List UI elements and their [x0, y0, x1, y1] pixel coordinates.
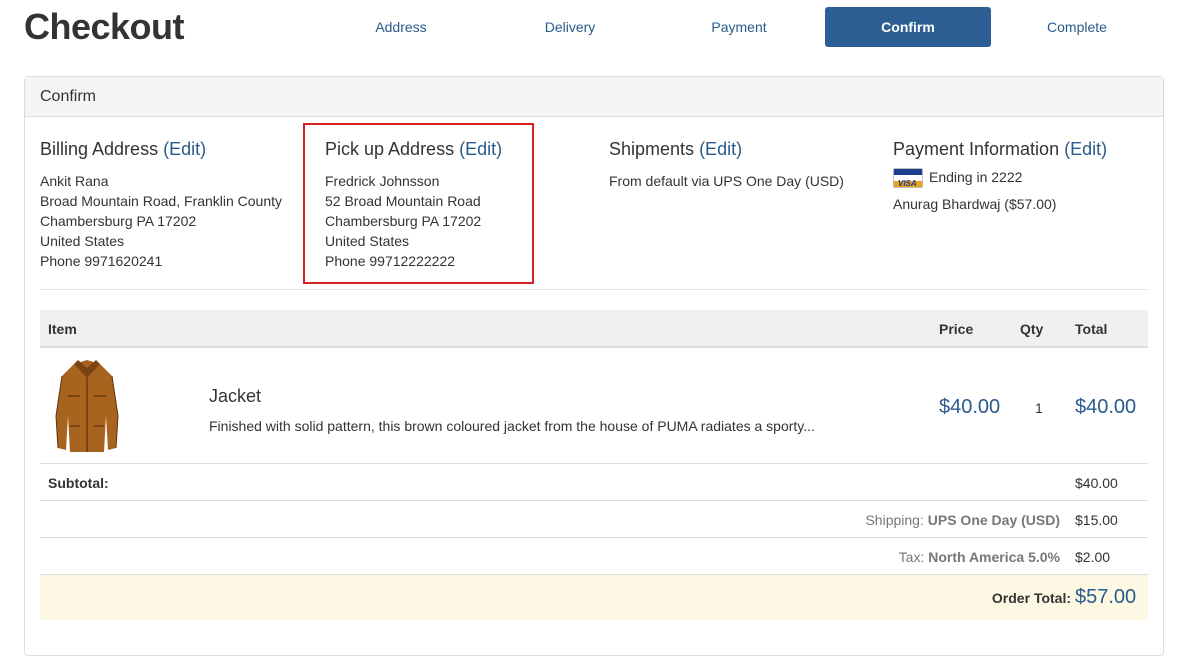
subtotal-value: $40.00 — [1075, 475, 1118, 491]
header-total: Total — [1075, 321, 1108, 337]
step-confirm[interactable]: Confirm — [825, 7, 991, 47]
shipping-label: Shipping: UPS One Day (USD) — [865, 512, 1060, 528]
billing-city: Chambersburg PA 17202 — [40, 213, 197, 229]
billing-heading: Billing Address (Edit) — [40, 139, 207, 159]
pickup-address: Pick up Address (Edit) Fredrick Johnsson… — [325, 139, 585, 271]
shipments-text: From default via UPS One Day (USD) — [609, 173, 844, 189]
header-qty: Qty — [1020, 321, 1044, 337]
pickup-city: Chambersburg PA 17202 — [325, 213, 482, 229]
tax-label: Tax: North America 5.0% — [898, 549, 1060, 565]
tax-row: Tax: North America 5.0% $2.00 — [40, 538, 1148, 575]
item-description: Finished with solid pattern, this brown … — [209, 418, 815, 434]
card-line: VISA Ending in 2222 — [893, 167, 1153, 189]
billing-address: Billing Address (Edit) Ankit Rana Broad … — [40, 139, 302, 271]
shipping-value: $15.00 — [1075, 512, 1118, 528]
shipments-edit-link[interactable]: (Edit) — [699, 139, 742, 159]
pickup-heading: Pick up Address (Edit) — [325, 139, 503, 159]
page-title: Checkout — [24, 6, 185, 47]
step-payment[interactable]: Payment — [656, 7, 822, 47]
billing-country: United States — [40, 233, 125, 249]
checkout-steps: Address Delivery Payment Confirm Complet… — [318, 7, 1163, 47]
header-item: Item — [48, 321, 77, 337]
pickup-phone: Phone 99712222222 — [325, 253, 456, 269]
item-name[interactable]: Jacket — [209, 386, 261, 407]
order-table: Item Price Qty Total Jacket Finished wit… — [40, 310, 1148, 620]
billing-address-line: Broad Mountain Road, Franklin County — [40, 193, 283, 209]
item-qty: 1 — [1035, 400, 1043, 416]
table-row: Jacket Finished with solid pattern, this… — [40, 348, 1148, 464]
billing-name: Ankit Rana — [40, 173, 109, 189]
order-total-value: $57.00 — [1075, 586, 1137, 608]
shipments-heading: Shipments (Edit) — [609, 139, 743, 159]
visa-card-icon: VISA — [893, 168, 923, 189]
subtotal-label: Subtotal: — [48, 475, 109, 491]
order-total-label: Order Total: — [991, 590, 1071, 606]
payment-edit-link[interactable]: (Edit) — [1064, 139, 1107, 159]
jacket-image[interactable] — [52, 356, 122, 456]
payment-info: Payment Information (Edit) VISA Ending in… — [893, 139, 1153, 214]
pickup-edit-link[interactable]: (Edit) — [459, 139, 502, 159]
payer-line: Anurag Bhardwaj ($57.00) — [893, 196, 1057, 213]
item-total: $40.00 — [1075, 396, 1137, 418]
confirm-panel: Confirm Billing Address (Edit) Ankit Ran… — [24, 76, 1164, 656]
item-price: $40.00 — [939, 396, 1001, 418]
header-price: Price — [939, 321, 974, 337]
billing-edit-link[interactable]: (Edit) — [163, 139, 206, 159]
pickup-country: United States — [325, 233, 410, 249]
step-delivery[interactable]: Delivery — [487, 7, 653, 47]
table-header: Item Price Qty Total — [40, 310, 1148, 348]
subtotal-row: Subtotal: $40.00 — [40, 464, 1148, 501]
panel-title: Confirm — [25, 77, 1163, 117]
shipping-row: Shipping: UPS One Day (USD) $15.00 — [40, 501, 1148, 538]
step-address[interactable]: Address — [318, 7, 484, 47]
billing-phone: Phone 9971620241 — [40, 253, 163, 269]
shipments-info: Shipments (Edit) From default via UPS On… — [609, 139, 869, 191]
tax-value: $2.00 — [1075, 549, 1111, 565]
step-complete: Complete — [1047, 19, 1107, 35]
pickup-name: Fredrick Johnsson — [325, 173, 440, 189]
payment-heading: Payment Information (Edit) — [893, 139, 1108, 159]
pickup-address-line: 52 Broad Mountain Road — [325, 193, 481, 209]
section-divider — [40, 289, 1148, 290]
card-ending: Ending in 2222 — [929, 169, 1023, 185]
order-total-row: Order Total: $57.00 — [40, 575, 1148, 620]
